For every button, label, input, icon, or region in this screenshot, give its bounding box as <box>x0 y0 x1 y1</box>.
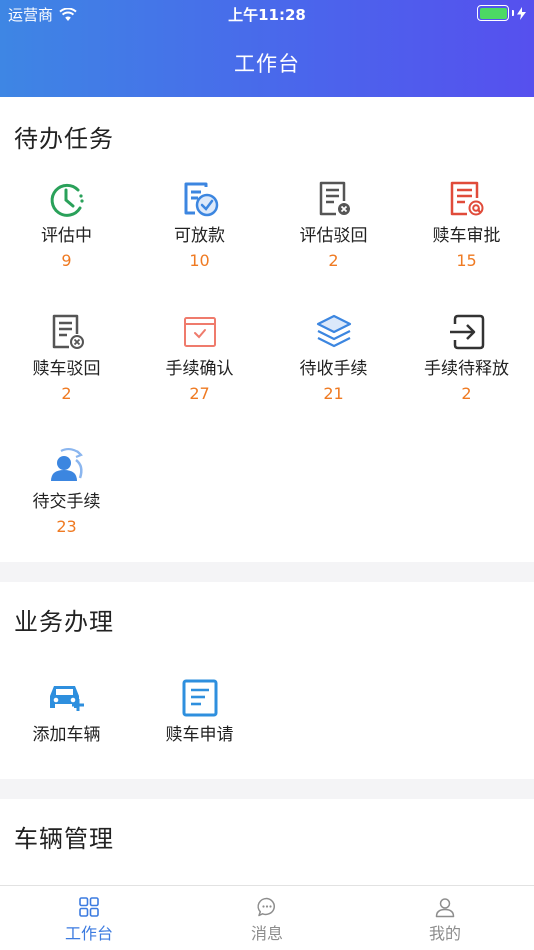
tab-label: 消息 <box>250 924 283 943</box>
business-label: 添加车辆 <box>32 725 101 745</box>
todo-label: 评估驳回 <box>299 226 368 246</box>
todo-item-loanable[interactable]: 可放款 10 <box>133 179 266 271</box>
todo-item-procedure-confirm[interactable]: 手续确认 27 <box>133 312 266 404</box>
todo-count: 2 <box>328 251 339 270</box>
status-time: 上午11:28 <box>228 6 306 24</box>
todo-count: 2 <box>61 384 72 403</box>
business-item-redeem-apply[interactable]: 赎车申请 <box>133 678 266 746</box>
todo-item-pending-release[interactable]: 手续待释放 2 <box>400 312 533 404</box>
todo-label: 待交手续 <box>32 492 101 512</box>
tab-mine[interactable]: 我的 <box>356 896 534 944</box>
todo-label: 手续待释放 <box>424 359 509 379</box>
bolt-icon <box>517 6 526 20</box>
todo-card: 待办任务 评估中 9 可放款 10 评估驳回 2 赎车审批 15 赎车驳回 2 … <box>0 97 534 562</box>
section-title-business: 业务办理 <box>14 608 114 636</box>
grid-icon <box>79 897 99 917</box>
todo-count: 27 <box>189 384 210 403</box>
todo-item-pending-handover[interactable]: 待交手续 23 <box>0 445 133 537</box>
document-reject-icon <box>52 314 84 349</box>
car-add-icon <box>49 686 84 711</box>
tab-label: 我的 <box>428 924 461 943</box>
tab-bar: 工作台 消息 我的 <box>0 885 534 950</box>
tab-messages[interactable]: 消息 <box>178 896 356 944</box>
business-label: 赎车申请 <box>165 725 234 745</box>
todo-label: 可放款 <box>174 226 225 246</box>
user-transfer-icon <box>50 448 83 481</box>
todo-count: 23 <box>56 517 77 536</box>
tab-label: 工作台 <box>64 924 113 943</box>
todo-item-evaluating[interactable]: 评估中 9 <box>0 179 133 271</box>
todo-label: 赎车驳回 <box>32 359 101 379</box>
todo-count: 10 <box>189 251 210 270</box>
tab-workbench[interactable]: 工作台 <box>0 896 178 944</box>
document-reject-icon <box>319 181 350 216</box>
header: 运营商 上午11:28 工作台 <box>0 0 534 97</box>
todo-label: 手续确认 <box>165 359 234 379</box>
layers-icon <box>316 314 351 348</box>
vehicles-card: 车辆管理 <box>0 799 534 885</box>
status-bar: 运营商 上午11:28 <box>0 0 534 28</box>
todo-count: 15 <box>456 251 477 270</box>
user-icon <box>435 898 455 918</box>
chat-icon <box>257 897 276 917</box>
calendar-check-icon <box>183 317 216 347</box>
todo-label: 赎车审批 <box>432 226 501 246</box>
page-title: 工作台 <box>234 52 300 76</box>
todo-label: 评估中 <box>41 226 92 246</box>
section-title-vehicles: 车辆管理 <box>14 825 114 853</box>
document-list-icon <box>182 679 217 717</box>
todo-count: 2 <box>461 384 472 403</box>
todo-item-eval-rejected[interactable]: 评估驳回 2 <box>267 179 400 271</box>
todo-item-redeem-approval[interactable]: 赎车审批 15 <box>400 179 533 271</box>
section-title-todo: 待办任务 <box>14 125 114 153</box>
todo-item-pending-receive[interactable]: 待收手续 21 <box>267 312 400 404</box>
document-at-icon <box>450 181 483 216</box>
todo-item-redeem-rejected[interactable]: 赎车驳回 2 <box>0 312 133 404</box>
document-check-icon <box>184 182 218 217</box>
clock-icon <box>50 183 84 217</box>
todo-count: 21 <box>323 384 344 403</box>
todo-label: 待收手续 <box>299 359 368 379</box>
business-item-add-vehicle[interactable]: 添加车辆 <box>0 678 133 746</box>
battery-icon <box>477 5 509 21</box>
todo-count: 9 <box>61 251 72 270</box>
exit-icon <box>449 314 484 350</box>
business-card: 业务办理 添加车辆 赎车申请 <box>0 582 534 779</box>
